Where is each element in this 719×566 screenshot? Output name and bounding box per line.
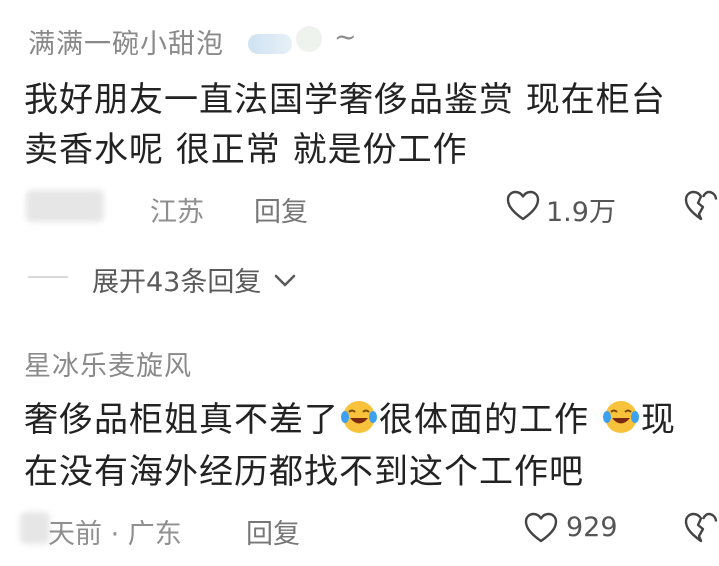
broken-heart-icon — [684, 512, 718, 543]
comment-text-line-1: 奢侈品柜姐真不差了 很体面的工作 现 — [24, 394, 676, 446]
expand-divider — [28, 276, 68, 278]
comment-text-part-3: 现 — [640, 400, 676, 440]
expand-replies[interactable]: 展开43条回复 — [92, 260, 296, 299]
badge-icon — [248, 34, 292, 54]
broken-heart-icon — [684, 190, 718, 221]
reply-button[interactable]: 回复 — [246, 512, 300, 551]
username-suffix: ~ — [334, 22, 358, 53]
comment-text-line-2: 卖香水呢 很正常 就是份工作 — [24, 130, 468, 170]
dislike-button[interactable] — [684, 512, 718, 548]
heart-icon — [524, 512, 558, 543]
like-count: 1.9万 — [546, 197, 616, 228]
username[interactable]: 满满一碗小甜泡 — [28, 22, 224, 61]
comment-text-part-2: 很体面的工作 — [379, 400, 589, 440]
badge-icon — [296, 26, 322, 52]
blurred-time — [20, 512, 50, 544]
blurred-time — [26, 190, 104, 222]
comment-text-line-1: 我好朋友一直法国学奢侈品鉴赏 现在柜台 — [24, 80, 666, 120]
location: 江苏 — [150, 197, 204, 228]
like-button[interactable] — [506, 190, 540, 226]
dislike-button[interactable] — [684, 190, 718, 226]
comment-text-line-2: 在没有海外经历都找不到这个工作吧 — [24, 452, 584, 492]
time-location: 天前 · 广东 — [48, 519, 182, 550]
laugh-cry-emoji-icon — [602, 401, 639, 433]
reply-button[interactable]: 回复 — [254, 190, 308, 229]
username[interactable]: 星冰乐麦旋风 — [24, 344, 192, 383]
like-button[interactable] — [524, 512, 558, 548]
like-count: 929 — [566, 512, 618, 543]
comment-text-part-1: 奢侈品柜姐真不差了 — [24, 400, 339, 440]
expand-replies-label: 展开43条回复 — [92, 267, 262, 298]
chevron-down-icon — [274, 274, 296, 287]
laugh-cry-emoji-icon — [341, 401, 377, 433]
heart-icon — [506, 190, 540, 221]
